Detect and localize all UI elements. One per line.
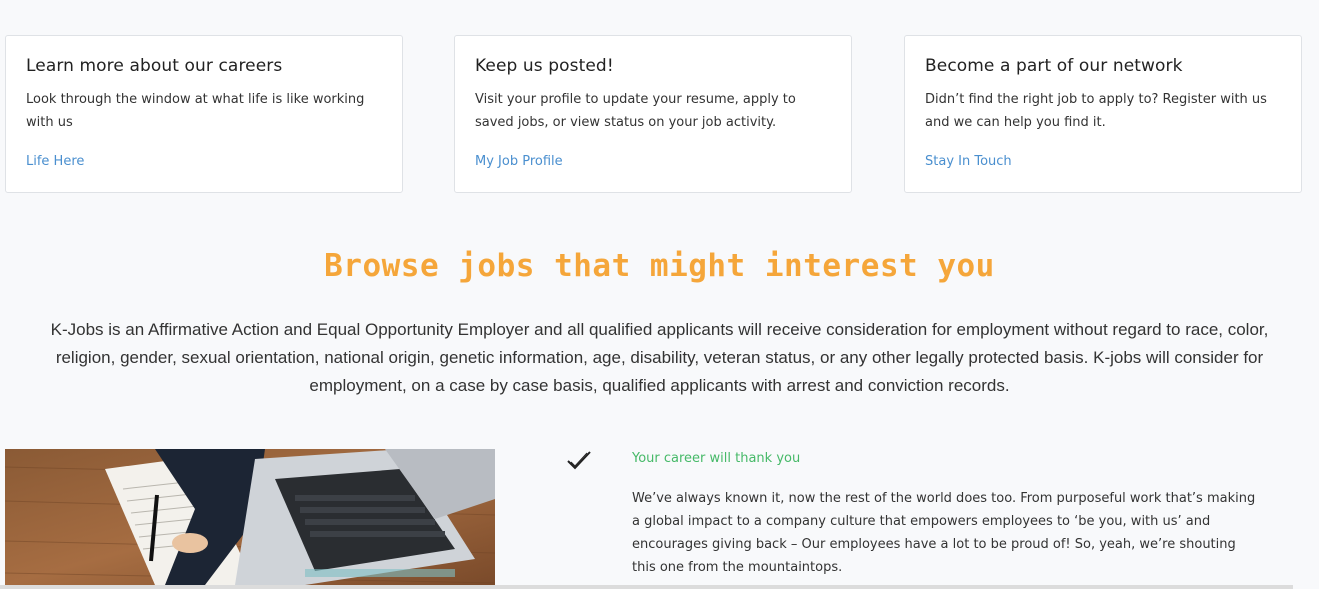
browse-jobs-heading: Browse jobs that might interest you — [324, 248, 995, 284]
office-laptop-photo — [5, 449, 495, 585]
statement-line: employment, on a case by case basis, qua… — [309, 376, 1010, 395]
statement-line: K-Jobs is an Affirmative Action and Equa… — [50, 320, 1269, 339]
my-job-profile-link[interactable]: My Job Profile — [475, 154, 563, 169]
checkmark-icon — [566, 449, 592, 473]
card-careers: Learn more about our careers Look throug… — [5, 35, 403, 193]
card-title: Become a part of our network — [925, 56, 1183, 76]
card-title: Learn more about our careers — [26, 56, 283, 76]
equal-opportunity-statement: K-Jobs is an Affirmative Action and Equa… — [0, 316, 1319, 400]
card-text: Look through the window at what life is … — [26, 92, 365, 130]
card-text: Didn’t find the right job to apply to? R… — [925, 92, 1267, 130]
card-title: Keep us posted! — [475, 56, 614, 76]
stay-in-touch-link[interactable]: Stay In Touch — [925, 154, 1012, 169]
horizontal-scrollbar[interactable] — [0, 585, 1293, 589]
feature-description: We’ve always known it, now the rest of t… — [632, 491, 1256, 575]
card-network: Become a part of our network Didn’t find… — [904, 35, 1302, 193]
card-text: Visit your profile to update your resume… — [475, 92, 796, 130]
card-keep-posted: Keep us posted! Visit your profile to up… — [454, 35, 852, 193]
life-here-link[interactable]: Life Here — [26, 154, 84, 169]
statement-line: religion, gender, sexual orientation, na… — [55, 348, 1264, 367]
feature-title: Your career will thank you — [632, 451, 801, 466]
